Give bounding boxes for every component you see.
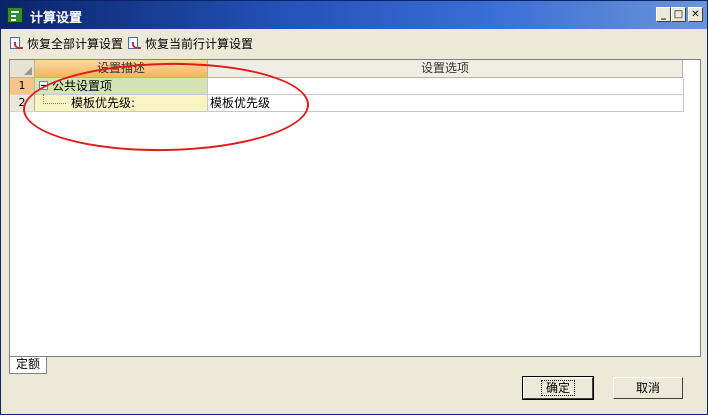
option-cell[interactable] — [208, 78, 684, 95]
restore-icon — [9, 36, 24, 51]
settings-grid[interactable]: 设置描述 设置选项 1 公共设置项 2 模板优先级: 模板优先级 — [9, 59, 701, 357]
column-header-option[interactable]: 设置选项 — [208, 60, 683, 78]
collapse-icon[interactable] — [39, 81, 48, 90]
option-cell[interactable]: 模板优先级 — [208, 95, 684, 112]
settings-dialog: 计算设置 _ □ ✕ 恢复全部计算设置 恢复当前行计算设置 设置描述 设置选项 … — [0, 0, 708, 415]
app-icon — [7, 7, 23, 23]
table-row[interactable]: 1 公共设置项 — [10, 78, 684, 95]
ok-label: 确定 — [540, 380, 575, 396]
group-label: 公共设置项 — [52, 79, 113, 93]
grid-corner[interactable] — [10, 60, 35, 78]
minimize-button[interactable]: _ — [656, 7, 671, 22]
title-bar[interactable]: 计算设置 _ □ ✕ — [1, 1, 707, 29]
row-number[interactable]: 2 — [10, 95, 35, 112]
tab-bar: 定额 — [9, 357, 701, 375]
cancel-button[interactable]: 取消 — [613, 377, 683, 399]
tree-connector — [43, 94, 66, 104]
restore-current-label: 恢复当前行计算设置 — [145, 36, 254, 51]
restore-current-row-button[interactable]: 恢复当前行计算设置 — [127, 34, 253, 52]
window-title: 计算设置 — [30, 11, 83, 26]
table-row[interactable]: 2 模板优先级: 模板优先级 — [10, 94, 684, 112]
tab-quota[interactable]: 定额 — [9, 357, 47, 374]
restore-all-label: 恢复全部计算设置 — [27, 36, 124, 51]
maximize-button[interactable]: □ — [671, 7, 686, 22]
restore-row-icon — [127, 36, 142, 51]
restore-all-button[interactable]: 恢复全部计算设置 — [9, 34, 123, 52]
row-number[interactable]: 1 — [10, 78, 35, 95]
ok-button[interactable]: 确定 — [522, 376, 594, 400]
setting-label: 模板优先级: — [71, 96, 136, 110]
setting-cell[interactable]: 模板优先级: — [35, 94, 208, 112]
column-header-description[interactable]: 设置描述 — [35, 60, 208, 78]
group-cell[interactable]: 公共设置项 — [35, 78, 208, 95]
toolbar: 恢复全部计算设置 恢复当前行计算设置 — [1, 29, 707, 55]
close-button[interactable]: ✕ — [688, 7, 703, 22]
